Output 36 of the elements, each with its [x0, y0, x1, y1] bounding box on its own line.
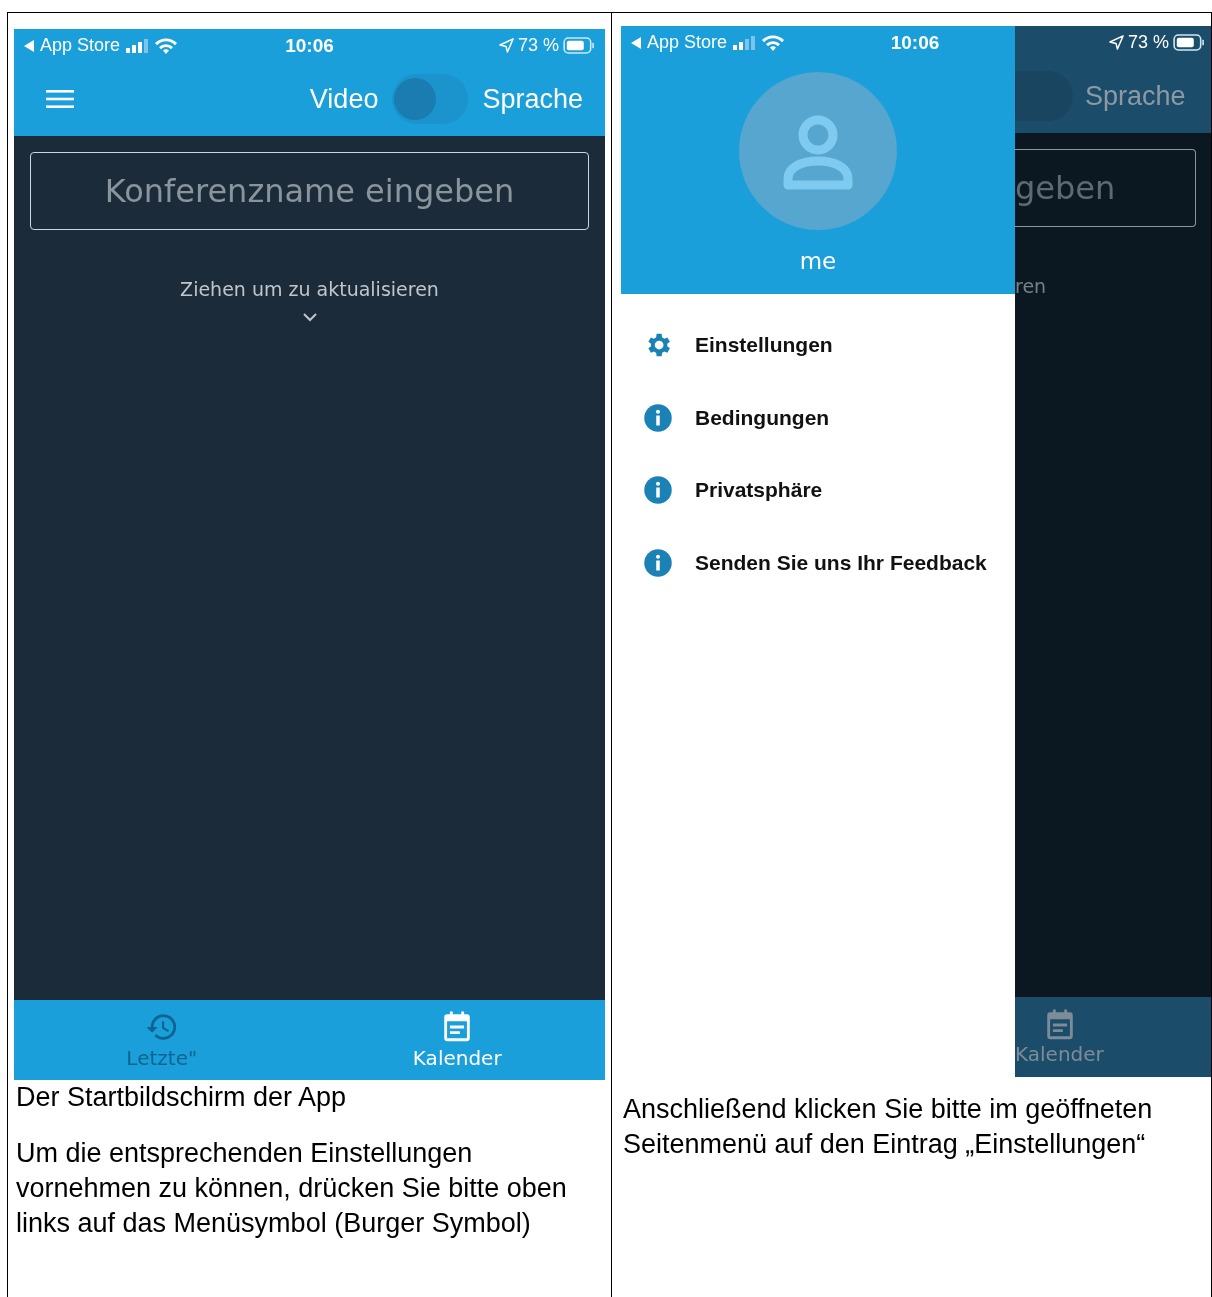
- voice-label: Sprache: [1085, 80, 1186, 112]
- clock-time: 10:06: [285, 34, 334, 57]
- back-arrow-icon[interactable]: [631, 36, 641, 49]
- signal-icon: [733, 35, 756, 50]
- menu-item[interactable]: Privatsphäre: [621, 454, 1015, 527]
- caption-text: Der Startbildschirm der App: [15, 1081, 348, 1114]
- conference-name-field[interactable]: Konferenzname eingeben: [30, 152, 589, 230]
- clock-time: 10:06: [890, 31, 940, 54]
- video-label: Video: [309, 83, 379, 115]
- info-icon: [643, 547, 673, 578]
- pull-to-refresh-hint: ren: [1015, 275, 1048, 297]
- pull-to-refresh-hint: Ziehen um zu aktualisieren: [180, 278, 439, 300]
- user-name: me: [799, 248, 837, 274]
- wifi-icon: [761, 33, 786, 52]
- location-arrow-icon: [498, 38, 514, 53]
- menu-item[interactable]: Senden Sie uns Ihr Feedback: [621, 526, 1015, 599]
- location-arrow-icon: [1108, 35, 1124, 50]
- battery-percentage: 73 %: [1127, 32, 1169, 53]
- conference-name-field: geben: [1015, 149, 1196, 227]
- signal-icon: [126, 38, 149, 53]
- wifi-icon: [154, 36, 179, 55]
- info-icon: [643, 475, 673, 506]
- battery-percentage: 73 %: [517, 35, 559, 56]
- back-arrow-icon[interactable]: [24, 39, 34, 52]
- menu-item[interactable]: Bedingungen: [621, 381, 1015, 454]
- mode-toggle[interactable]: [392, 74, 469, 124]
- menu-item[interactable]: Einstellungen: [621, 309, 1015, 382]
- battery-icon: [1173, 34, 1205, 51]
- caption-text: Um die entsprechenden Einstellungen vornehmen zu können, drücken Sie bitte oben links auf das Menüsymbol (Burger Symbol): [15, 1137, 568, 1240]
- info-icon: [643, 402, 673, 433]
- chevron-down-icon: [301, 312, 318, 322]
- voice-label: Sprache: [482, 83, 583, 115]
- caption-text: Anschließend klicken Sie bitte im geöffneten Seitenmenü auf den Eintrag „Einstellungen“: [622, 1093, 1154, 1161]
- menu-icon[interactable]: [46, 89, 74, 109]
- battery-icon: [563, 37, 595, 54]
- tab-bar-item: Kalender: [1015, 997, 1211, 1077]
